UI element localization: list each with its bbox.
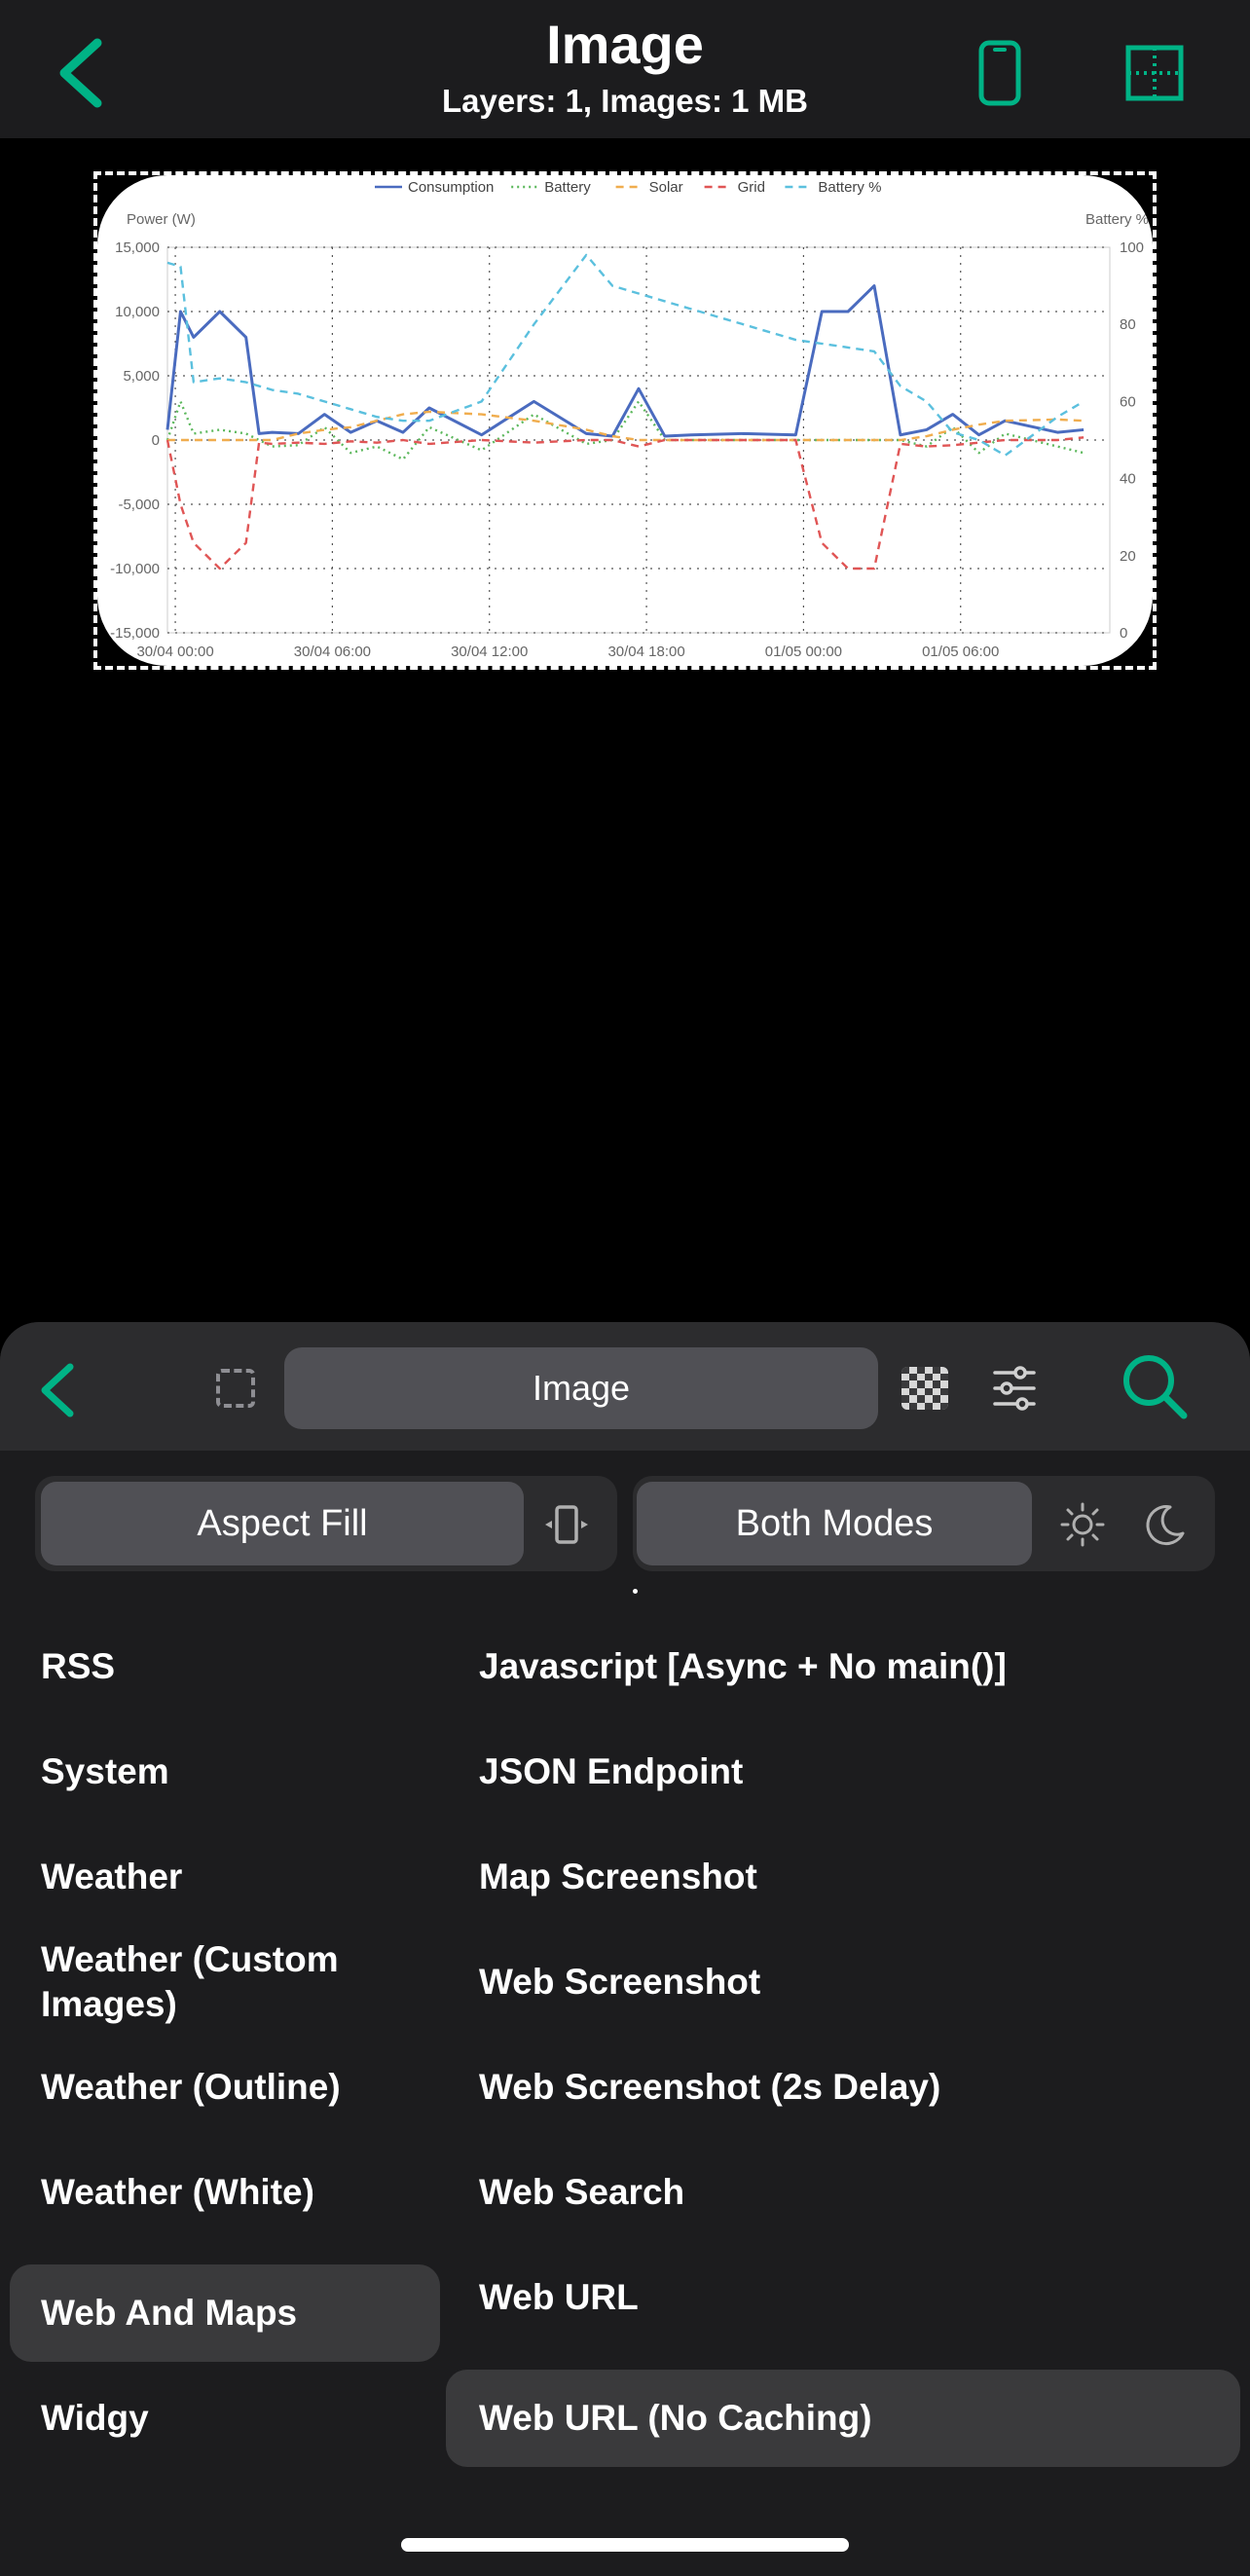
list-item-weather-outline[interactable]: Weather (Outline) (10, 2039, 440, 2136)
search-icon[interactable] (1120, 1351, 1190, 1421)
legend-label: Solar (649, 179, 683, 196)
list-item-json-endpoint[interactable]: JSON Endpoint (446, 1723, 1240, 1821)
x-tick-label: 30/04 18:00 (607, 644, 684, 660)
y-right-tick-label: 80 (1120, 316, 1136, 333)
aspect-segment: Aspect Fill (35, 1476, 617, 1571)
checker-icon[interactable] (901, 1367, 948, 1410)
list-item-weather-white[interactable]: Weather (White) (10, 2144, 440, 2241)
y-tick-label: -15,000 (110, 625, 160, 642)
list-item-web-url[interactable]: Web URL (446, 2249, 1240, 2346)
y-right-tick-label: 20 (1120, 548, 1136, 565)
layer-name-field[interactable]: Image (284, 1347, 878, 1429)
sun-icon[interactable] (1059, 1501, 1106, 1548)
y-right-tick-label: 40 (1120, 471, 1136, 488)
list-item-javascript[interactable]: Javascript [Async + No main()] (446, 1618, 1240, 1715)
chevron-left-icon[interactable] (37, 1361, 76, 1419)
scroll-dot (633, 1589, 638, 1594)
x-tick-label: 30/04 12:00 (451, 644, 528, 660)
x-tick-label: 01/05 00:00 (765, 644, 842, 660)
legend-label: Battery (544, 179, 591, 196)
sliders-icon[interactable] (993, 1365, 1036, 1412)
list-item-web-screenshot-delay[interactable]: Web Screenshot (2s Delay) (446, 2039, 1240, 2136)
list-item-web-url-no-caching[interactable]: Web URL (No Caching) (446, 2370, 1240, 2467)
mode-segment: Both Modes (633, 1476, 1215, 1571)
x-tick-label: 01/05 06:00 (922, 644, 999, 660)
aspect-icon[interactable] (543, 1501, 590, 1548)
y-right-axis-label: Battery % (1085, 211, 1149, 228)
x-tick-label: 30/04 06:00 (294, 644, 371, 660)
list-item-web-screenshot[interactable]: Web Screenshot (446, 1933, 1240, 2031)
list-item-widgy[interactable]: Widgy (10, 2370, 440, 2467)
legend-label: Battery % (818, 179, 881, 196)
legend-label: Grid (738, 179, 765, 196)
list-item-map-screenshot[interactable]: Map Screenshot (446, 1828, 1240, 1926)
page-subtitle: Layers: 1, Images: 1 MB (442, 83, 808, 119)
title-block: Image Layers: 1, Images: 1 MB (0, 10, 1250, 123)
y-tick-label: 15,000 (115, 239, 160, 256)
page-title: Image (546, 14, 704, 75)
y-right-tick-label: 100 (1120, 239, 1144, 256)
sheet-toolbar: Image (0, 1322, 1250, 1451)
list-item-web-and-maps[interactable]: Web And Maps (10, 2264, 440, 2362)
y-right-tick-label: 60 (1120, 393, 1136, 410)
chart-widget[interactable]: 15,000 10,000 5,000 0 -5,000 -10,000 -15,000 10… (97, 175, 1153, 666)
both-modes-button[interactable]: Both Modes (637, 1482, 1032, 1565)
top-bar: Image Layers: 1, Images: 1 MB (0, 0, 1250, 138)
legend-label: Consumption (408, 179, 494, 196)
grid-guide-icon[interactable] (1125, 45, 1184, 101)
list-item-rss[interactable]: RSS (10, 1618, 440, 1715)
list-item-weather[interactable]: Weather (10, 1828, 440, 1926)
y-tick-label: 5,000 (123, 368, 160, 385)
bottom-sheet: Image Aspect Fill Both Modes RSS System … (0, 1322, 1250, 2576)
y-tick-label: 10,000 (115, 304, 160, 320)
y-tick-label: 0 (152, 432, 160, 449)
list-item-web-search[interactable]: Web Search (446, 2144, 1240, 2241)
phone-icon[interactable] (977, 39, 1022, 107)
list-item-weather-custom[interactable]: Weather (Custom Images) (10, 1930, 440, 2035)
y-right-tick-label: 0 (1120, 625, 1127, 642)
aspect-fill-button[interactable]: Aspect Fill (41, 1482, 524, 1565)
moon-icon[interactable] (1141, 1501, 1188, 1548)
y-tick-label: -5,000 (118, 497, 160, 513)
y-tick-label: -10,000 (110, 561, 160, 577)
x-tick-label: 30/04 00:00 (136, 644, 213, 660)
selection-icon[interactable] (216, 1369, 255, 1408)
y-axis-label: Power (W) (127, 211, 196, 228)
energy-chart: 15,000 10,000 5,000 0 -5,000 -10,000 -15,000 10… (110, 179, 1149, 660)
home-indicator (401, 2538, 849, 2552)
list-item-system[interactable]: System (10, 1723, 440, 1821)
